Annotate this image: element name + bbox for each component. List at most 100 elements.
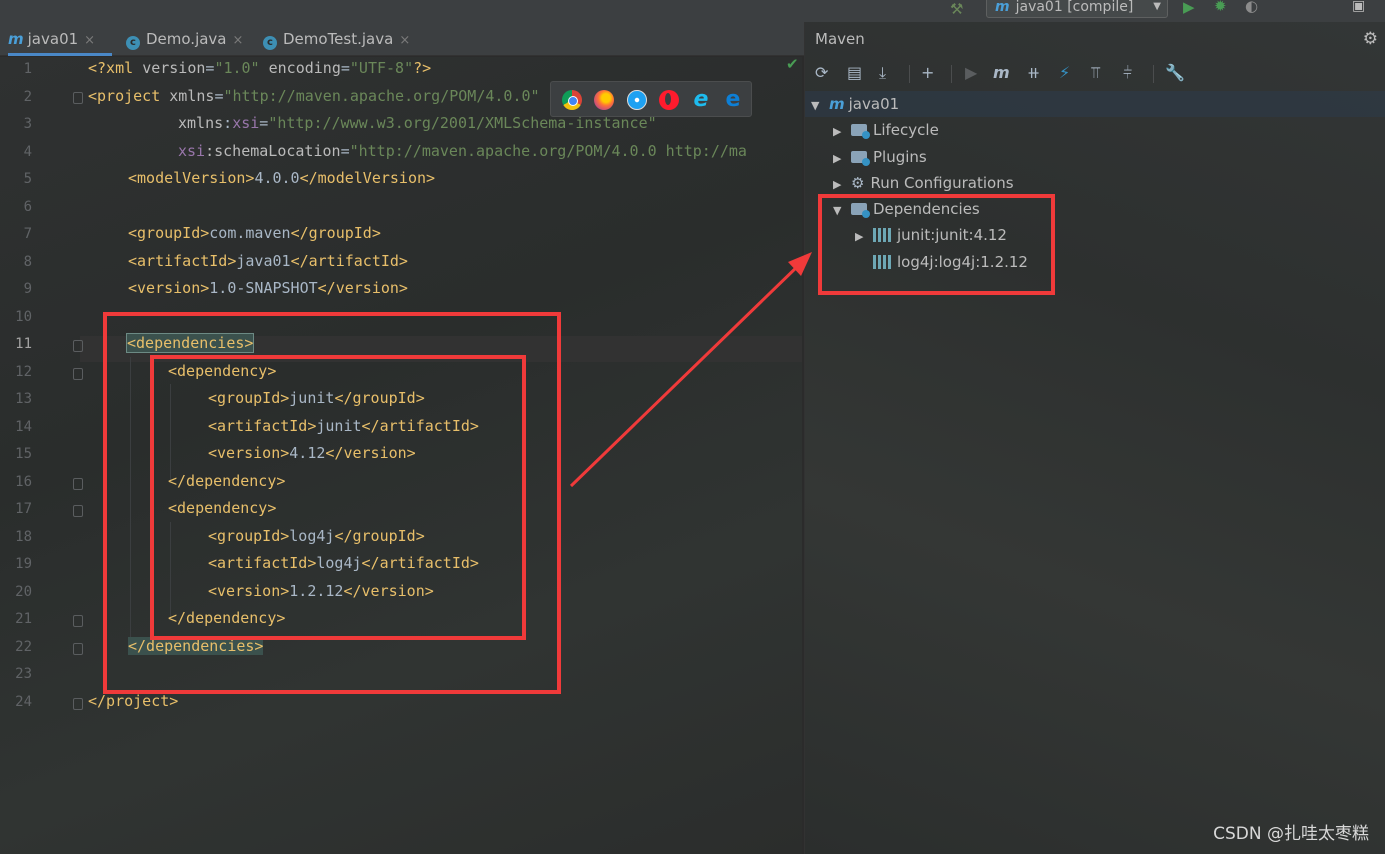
- close-icon[interactable]: ×: [233, 33, 244, 48]
- fold-marker[interactable]: [73, 505, 83, 517]
- xml-text: 4.0.0: [254, 169, 300, 187]
- coverage-icon[interactable]: ◐: [1245, 0, 1258, 15]
- xml-tag: </project>: [88, 692, 179, 710]
- code-line-2: <project xmlns="http://maven.apache.org/…: [88, 87, 540, 105]
- line-number: 24: [15, 693, 32, 710]
- chevron-right-icon[interactable]: ▶: [833, 146, 845, 172]
- debug-bug-icon[interactable]: ✹: [1214, 0, 1227, 15]
- fold-marker[interactable]: [73, 615, 83, 627]
- tab-java01-pom[interactable]: m java01 ×: [8, 22, 112, 56]
- folder-icon: [851, 124, 870, 139]
- xml-tag: <groupId>: [128, 224, 210, 242]
- xml-tag: <modelVersion>: [128, 169, 255, 187]
- maven-m-icon: m: [995, 0, 1010, 15]
- plus-icon[interactable]: +: [921, 62, 934, 84]
- xml-colon: :: [223, 114, 233, 132]
- expand-icon[interactable]: ⫩: [1123, 62, 1132, 84]
- tree-node-java01[interactable]: ▼ m java01: [811, 91, 899, 117]
- chrome-icon[interactable]: [562, 90, 582, 110]
- line-number: 8: [23, 253, 32, 270]
- maven-project-icon: m: [829, 95, 845, 113]
- collapse-icon[interactable]: ⫪: [1091, 62, 1100, 84]
- tab-label: java01: [27, 30, 79, 48]
- line-number: 21: [15, 611, 32, 627]
- java-class-icon: c: [126, 36, 140, 50]
- xml-string: "UTF-8": [349, 59, 414, 77]
- maven-tool-window: Maven ⚙ ⟳ ▤ ⤓ + ▶ m ⧺ ⚡ ⫪ ⫩ 🔧 ▼ m java01 ▶…: [804, 22, 1385, 854]
- code-line-24: </project>: [88, 692, 178, 710]
- window-icon[interactable]: ▣: [1352, 0, 1365, 14]
- line-number-gutter: 1 2 3 4 5 6 7 8 9 10 11 12 13 14 15 16 17 18 19 20 21 22 23 24: [0, 57, 80, 854]
- run-play-icon[interactable]: ▶: [1183, 0, 1195, 16]
- gear-icon[interactable]: ⚙: [1363, 22, 1378, 56]
- line-number: 15: [15, 446, 32, 462]
- tab-label: Demo.java: [146, 30, 227, 48]
- toolbar-separator: [951, 65, 952, 83]
- xml-string: "http://maven.apache.org/POM/4.0.0": [223, 87, 540, 105]
- m-icon[interactable]: m: [993, 62, 1010, 84]
- xml-text: 1.0-SNAPSHOT: [209, 279, 318, 297]
- line-number: 5: [23, 171, 32, 187]
- run-configuration-dropdown[interactable]: m java01 [compile] ▼: [986, 0, 1168, 18]
- wrench-icon[interactable]: 🔧: [1165, 62, 1185, 84]
- code-line-5: <modelVersion>4.0.0</modelVersion>: [128, 169, 435, 187]
- maven-toolbar: ⟳ ▤ ⤓ + ▶ m ⧺ ⚡ ⫪ ⫩ 🔧: [805, 58, 1385, 88]
- firefox-icon[interactable]: [594, 90, 614, 110]
- fold-marker[interactable]: [73, 92, 83, 104]
- annotation-box-dependency-items: [150, 355, 526, 640]
- xml-text: com.maven: [209, 224, 291, 242]
- code-line-7: <groupId>com.maven</groupId>: [128, 224, 381, 242]
- fold-marker[interactable]: [73, 698, 83, 710]
- fold-marker[interactable]: [73, 340, 83, 352]
- xml-attr: xmlns: [169, 87, 215, 105]
- close-icon[interactable]: ×: [399, 33, 410, 48]
- maven-header: Maven ⚙: [805, 22, 1385, 56]
- download-icon[interactable]: ⤓: [879, 62, 886, 84]
- run-toolbar: ⚒ m java01 [compile] ▼ ▶ ✹ ◐ ▣: [0, 0, 1385, 22]
- build-hammer-icon[interactable]: ⚒: [950, 0, 963, 18]
- line-number: 3: [23, 116, 32, 132]
- line-number: 13: [15, 391, 32, 407]
- tree-node-lifecycle[interactable]: ▶ Lifecycle: [833, 117, 939, 143]
- tree-node-plugins[interactable]: ▶ Plugins: [833, 144, 927, 170]
- xml-tag: </version>: [317, 279, 408, 297]
- xml-attr: xmlns: [178, 114, 224, 132]
- line-number: 7: [23, 226, 32, 242]
- skip-tests-icon[interactable]: ⧺: [1027, 62, 1040, 84]
- xml-tag: </artifactId>: [290, 252, 408, 270]
- xml-tag: </modelVersion>: [299, 169, 436, 187]
- run-icon[interactable]: ▶: [965, 62, 977, 84]
- ie-icon[interactable]: e: [691, 89, 711, 111]
- code-line-4: xsi:schemaLocation="http://maven.apache.…: [178, 142, 747, 160]
- fold-marker[interactable]: [73, 478, 83, 490]
- tree-label: Plugins: [873, 148, 927, 166]
- line-number: 17: [15, 501, 32, 517]
- opera-icon[interactable]: [659, 90, 679, 110]
- xml-pi: ?>: [413, 59, 432, 77]
- line-number: 19: [15, 556, 32, 572]
- line-number: 12: [15, 363, 32, 380]
- open-in-browser-popup: e e: [550, 81, 752, 117]
- close-icon[interactable]: ×: [84, 33, 95, 48]
- tab-demotest-java[interactable]: c DemoTest.java ×: [263, 22, 410, 56]
- edge-icon[interactable]: e: [723, 89, 743, 111]
- safari-icon[interactable]: [627, 90, 647, 110]
- lightning-icon[interactable]: ⚡: [1059, 62, 1070, 84]
- fold-marker[interactable]: [73, 643, 83, 655]
- reload-icon[interactable]: ⟳: [815, 62, 828, 84]
- code-line-9: <version>1.0-SNAPSHOT</version>: [128, 279, 408, 297]
- chevron-down-icon[interactable]: ▼: [811, 93, 823, 119]
- xml-eq: =: [340, 59, 350, 77]
- line-number: 16: [15, 473, 32, 490]
- tree-node-run-configurations[interactable]: ▶ ⚙ Run Configurations: [833, 170, 1014, 196]
- line-number: 9: [23, 281, 32, 297]
- tab-demo-java[interactable]: c Demo.java ×: [126, 22, 243, 56]
- xml-namespace: xsi: [178, 142, 206, 160]
- line-number: 1: [23, 61, 32, 77]
- add-project-icon[interactable]: ▤: [847, 62, 862, 84]
- chevron-down-icon: ▼: [1153, 1, 1161, 12]
- xml-pi: <?xml: [88, 59, 143, 77]
- fold-marker[interactable]: [73, 368, 83, 380]
- java-class-icon: c: [263, 36, 277, 50]
- chevron-right-icon[interactable]: ▶: [833, 119, 845, 145]
